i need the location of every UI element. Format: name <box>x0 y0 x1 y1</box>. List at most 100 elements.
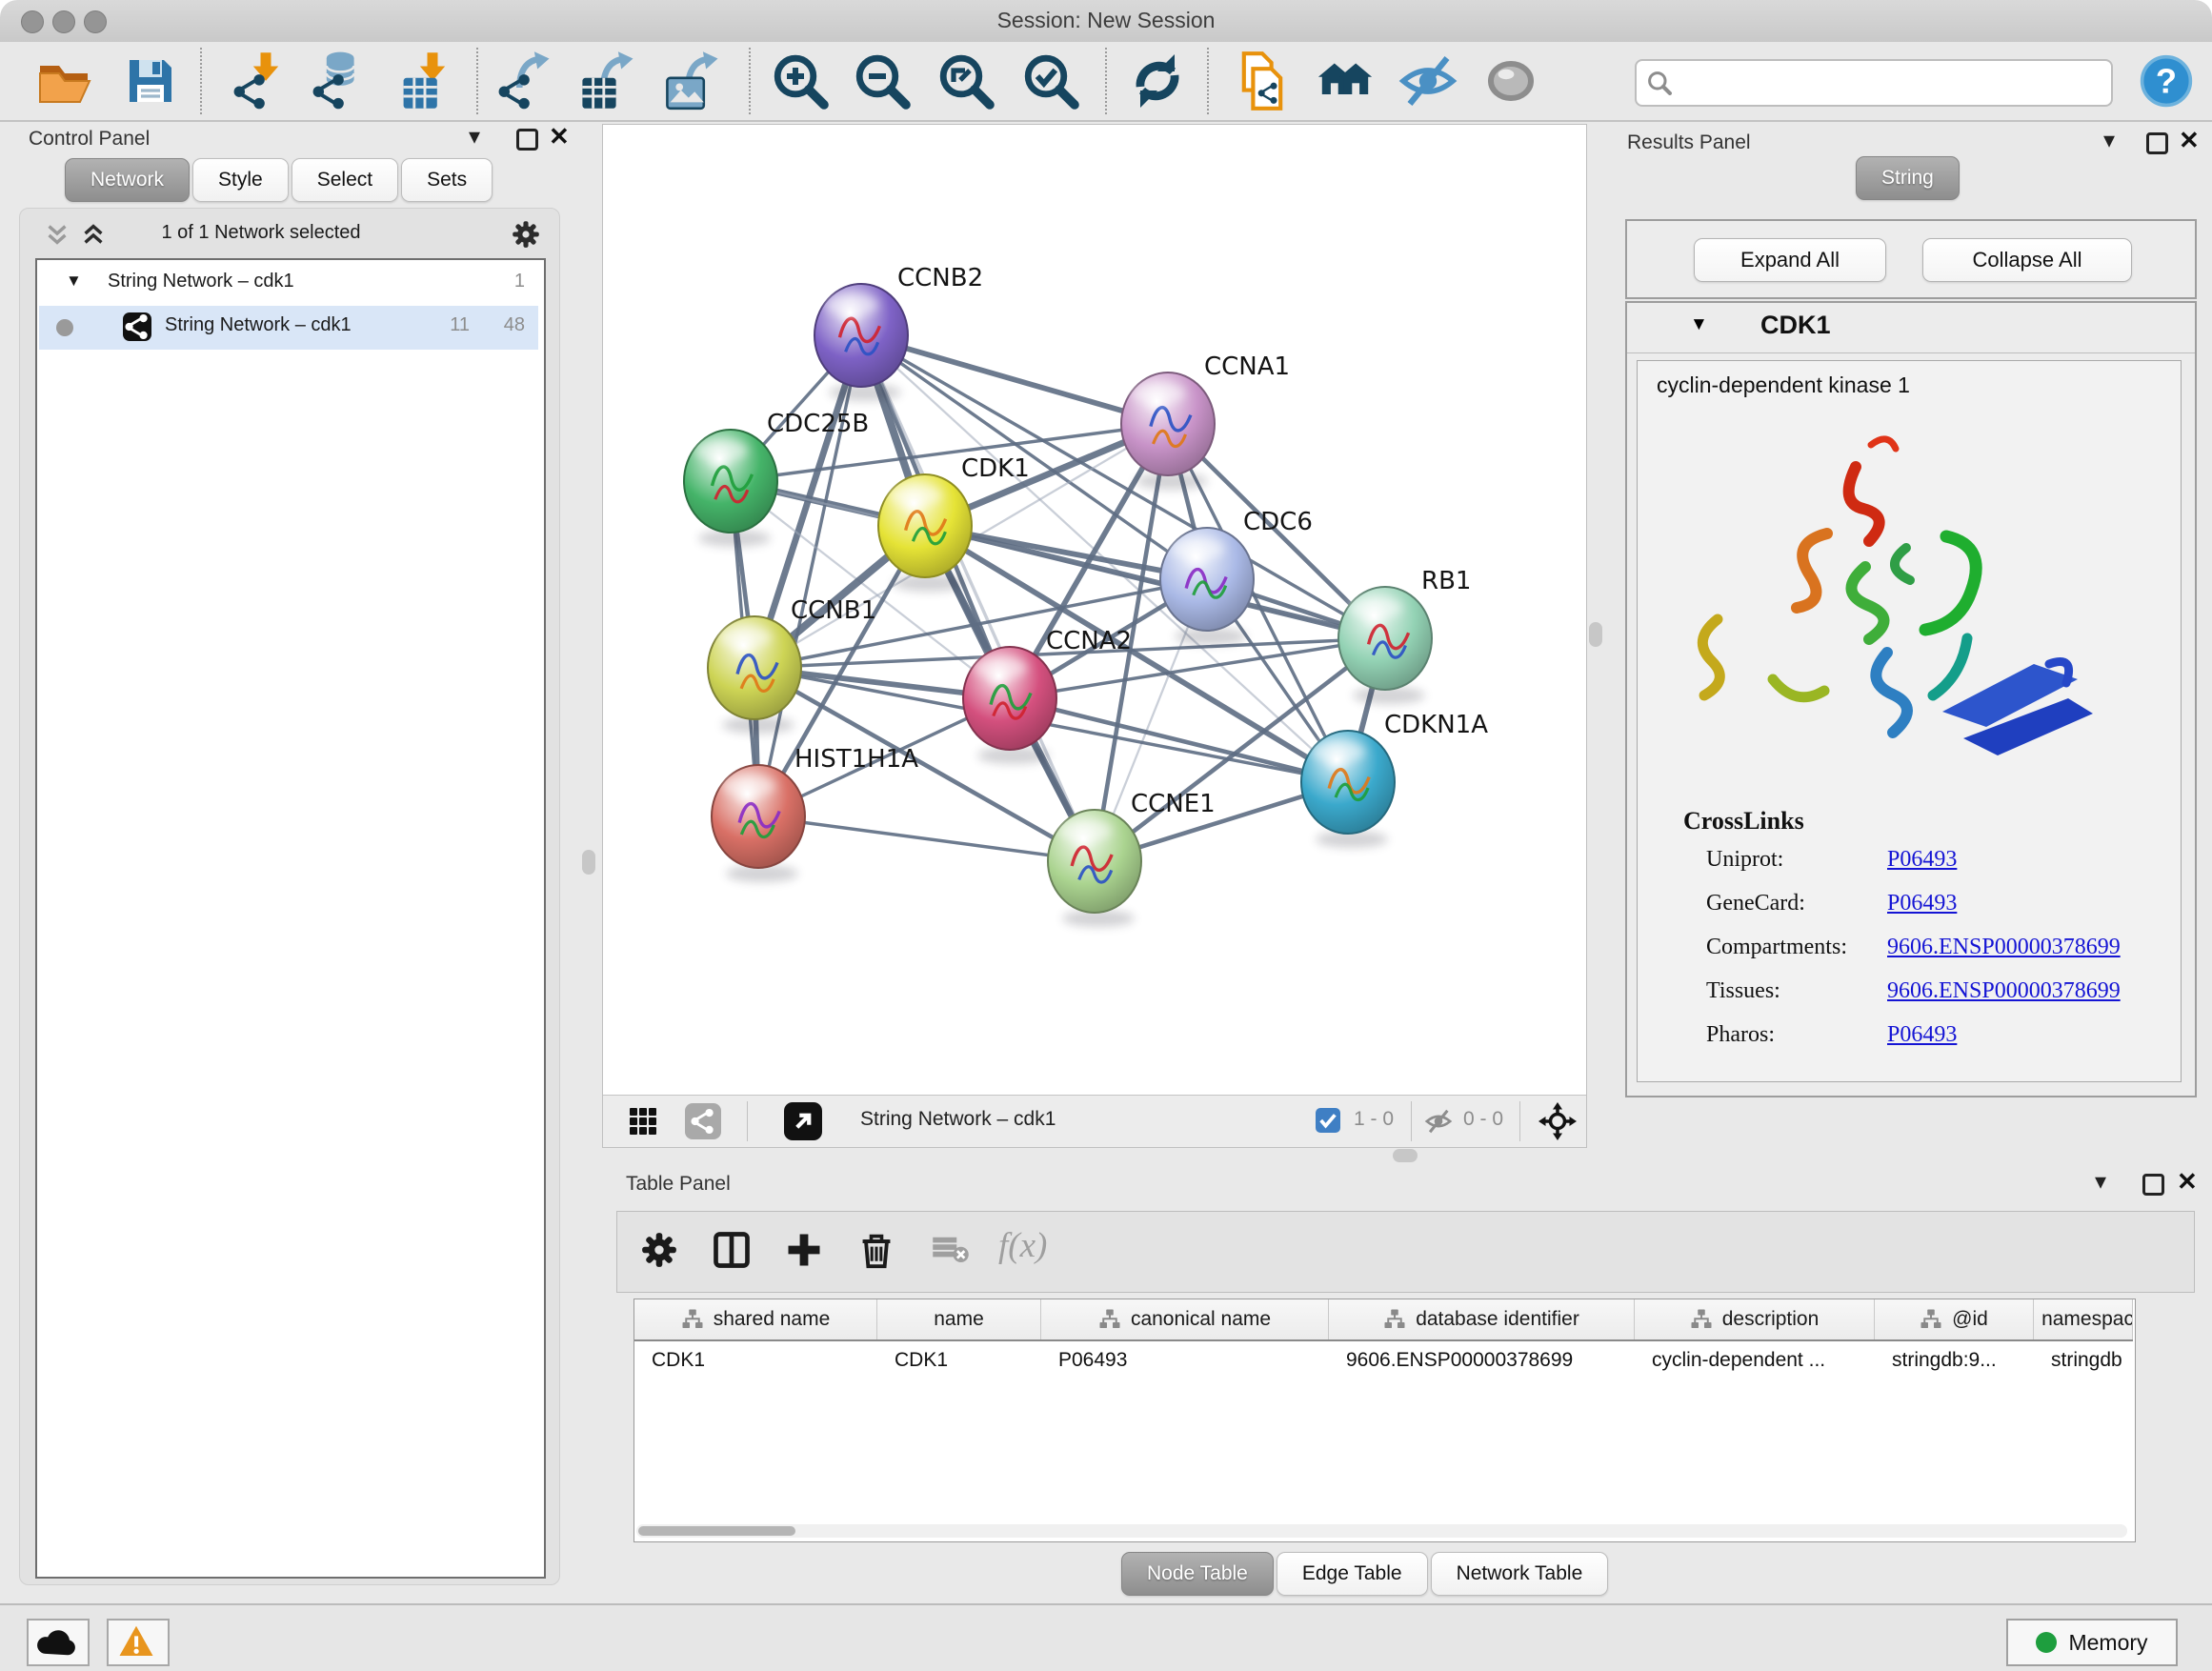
column-header-description[interactable]: description <box>1635 1299 1875 1339</box>
export-network-icon[interactable] <box>493 50 553 111</box>
delete-column-trash-icon[interactable] <box>855 1229 901 1275</box>
grid-view-icon[interactable] <box>628 1106 658 1141</box>
add-column-icon[interactable] <box>783 1229 829 1275</box>
table-cell[interactable]: 9606.ENSP00000378699 <box>1329 1339 1635 1381</box>
collection-expand-icon[interactable]: ▼ <box>66 272 82 291</box>
tab-network-table[interactable]: Network Table <box>1431 1552 1609 1596</box>
network-node-CDC25B[interactable] <box>684 430 777 547</box>
help-button[interactable]: ? <box>2139 53 2200 114</box>
table-cell[interactable]: CDK1 <box>634 1339 877 1381</box>
protein-collapse-icon[interactable]: ▼ <box>1690 314 1708 335</box>
table-horizontal-scrollbar[interactable] <box>636 1524 2127 1538</box>
network-node-CCNB1[interactable] <box>708 616 801 734</box>
toolbar-separator <box>1105 48 1107 114</box>
network-node-CCNE1[interactable] <box>1048 810 1141 927</box>
open-session-icon[interactable] <box>34 50 95 111</box>
network-node-HIST1H1A[interactable] <box>712 765 805 882</box>
hidden-eye-slash-icon[interactable] <box>1424 1107 1453 1140</box>
toolbar-separator <box>476 48 478 114</box>
results-panel-title: Results Panel <box>1627 131 1751 154</box>
tab-edge-table[interactable]: Edge Table <box>1277 1552 1428 1596</box>
export-image-icon[interactable] <box>661 50 722 111</box>
table-row[interactable]: CDK1CDK1P064939606.ENSP00000378699cyclin… <box>634 1339 2133 1381</box>
network-list: ▼ String Network – cdk1 1 String Network… <box>35 258 546 1579</box>
tab-node-table[interactable]: Node Table <box>1121 1552 1274 1596</box>
crosslink-link[interactable]: 9606.ENSP00000378699 <box>1887 935 2121 960</box>
table-cell[interactable]: CDK1 <box>877 1339 1041 1381</box>
crosslink-link[interactable]: P06493 <box>1887 847 1957 873</box>
apply-preferred-layout-icon[interactable] <box>1127 50 1188 111</box>
tab-style[interactable]: Style <box>192 158 289 202</box>
import-network-file-icon[interactable] <box>228 50 289 111</box>
open-in-new-window-icon[interactable] <box>784 1102 822 1140</box>
column-header-namespac[interactable]: namespac <box>2034 1299 2133 1339</box>
column-header-@id[interactable]: @id <box>1875 1299 2034 1339</box>
home-panels-icon[interactable] <box>1315 50 1376 111</box>
clone-network-icon[interactable] <box>1232 50 1293 111</box>
table-cell[interactable]: cyclin-dependent ... <box>1635 1339 1875 1381</box>
crosslink-link[interactable]: 9606.ENSP00000378699 <box>1887 978 2121 1004</box>
table-panel-menu-icon[interactable]: ▾ <box>2095 1171 2106 1194</box>
crosslink-link[interactable]: P06493 <box>1887 1022 1957 1048</box>
function-builder-icon[interactable]: f(x) <box>998 1225 1084 1271</box>
control-panel-menu-icon[interactable]: ▾ <box>469 126 480 149</box>
zoom-selected-icon[interactable] <box>1020 50 1081 111</box>
table-cell[interactable]: P06493 <box>1041 1339 1329 1381</box>
table-panel-float-icon[interactable] <box>2142 1174 2164 1200</box>
network-canvas[interactable]: CCNB2CCNA1CDC25BCDK1CDC6RB1CCNB1CCNA2CDK… <box>603 125 1586 1095</box>
selected-checkbox-icon[interactable] <box>1316 1108 1340 1133</box>
delete-table-icon[interactable] <box>932 1229 977 1275</box>
zoom-out-icon[interactable] <box>852 50 913 111</box>
cloud-status-button[interactable] <box>27 1619 90 1666</box>
table-cell[interactable]: stringdb <box>2034 1339 2133 1381</box>
zoom-fit-content-icon[interactable] <box>935 50 996 111</box>
column-header-shared-name[interactable]: shared name <box>634 1299 877 1339</box>
horizontal-splitter-handle[interactable] <box>1393 1149 1418 1162</box>
tab-string[interactable]: String <box>1856 156 1960 200</box>
table-settings-gear-icon[interactable] <box>638 1229 684 1275</box>
control-panel-float-icon[interactable] <box>516 129 538 155</box>
show-eye-icon[interactable] <box>1480 50 1541 111</box>
network-node-RB1[interactable] <box>1338 587 1432 704</box>
network-edge[interactable] <box>758 816 1095 861</box>
save-session-icon[interactable] <box>120 50 181 111</box>
search-input[interactable] <box>1635 59 2113 107</box>
import-table-icon[interactable] <box>394 50 455 111</box>
protein-header[interactable]: ▼ CDK1 <box>1627 303 2195 353</box>
table-panel-close-icon[interactable]: ✕ <box>2177 1170 2198 1193</box>
network-node-CCNB2[interactable] <box>814 284 908 401</box>
network-node-CDKN1A[interactable] <box>1301 731 1395 848</box>
collapse-all-button[interactable]: Collapse All <box>1922 238 2132 282</box>
column-header-name[interactable]: name <box>877 1299 1041 1339</box>
table-cell[interactable]: stringdb:9... <box>1875 1339 2034 1381</box>
column-header-database-identifier[interactable]: database identifier <box>1329 1299 1635 1339</box>
import-network-database-icon[interactable] <box>307 50 368 111</box>
warning-status-button[interactable] <box>107 1619 170 1666</box>
crosslink-row: Tissues:9606.ENSP00000378699 <box>1638 978 2181 1020</box>
network-row[interactable]: String Network – cdk1 11 48 <box>39 306 538 350</box>
network-options-gear-icon[interactable] <box>510 218 542 255</box>
results-panel-float-icon[interactable] <box>2146 132 2168 159</box>
zoom-in-icon[interactable] <box>770 50 831 111</box>
results-panel-menu-icon[interactable]: ▾ <box>2103 130 2115 152</box>
control-panel-close-icon[interactable]: ✕ <box>549 125 570 148</box>
network-edge[interactable] <box>861 335 1095 861</box>
tab-network[interactable]: Network <box>65 158 190 202</box>
right-splitter-handle[interactable] <box>1589 622 1602 647</box>
control-panel-tabs: NetworkStyleSelectSets <box>65 158 495 202</box>
memory-button[interactable]: Memory <box>2006 1619 2178 1666</box>
expand-all-button[interactable]: Expand All <box>1694 238 1886 282</box>
show-columns-icon[interactable] <box>711 1229 756 1275</box>
crosslink-link[interactable]: P06493 <box>1887 891 1957 916</box>
network-collection-row[interactable]: ▼ String Network – cdk1 1 <box>39 262 538 306</box>
tab-sets[interactable]: Sets <box>401 158 493 202</box>
left-splitter-handle[interactable] <box>582 850 595 875</box>
network-share-icon[interactable] <box>685 1103 721 1139</box>
bird-eye-navigator-icon[interactable] <box>1538 1102 1577 1145</box>
export-table-icon[interactable] <box>576 50 637 111</box>
tab-select[interactable]: Select <box>292 158 398 202</box>
column-header-canonical-name[interactable]: canonical name <box>1041 1299 1329 1339</box>
network-node-CCNA1[interactable] <box>1121 372 1215 490</box>
results-panel-close-icon[interactable]: ✕ <box>2179 129 2200 151</box>
hide-eye-icon[interactable] <box>1398 50 1458 111</box>
